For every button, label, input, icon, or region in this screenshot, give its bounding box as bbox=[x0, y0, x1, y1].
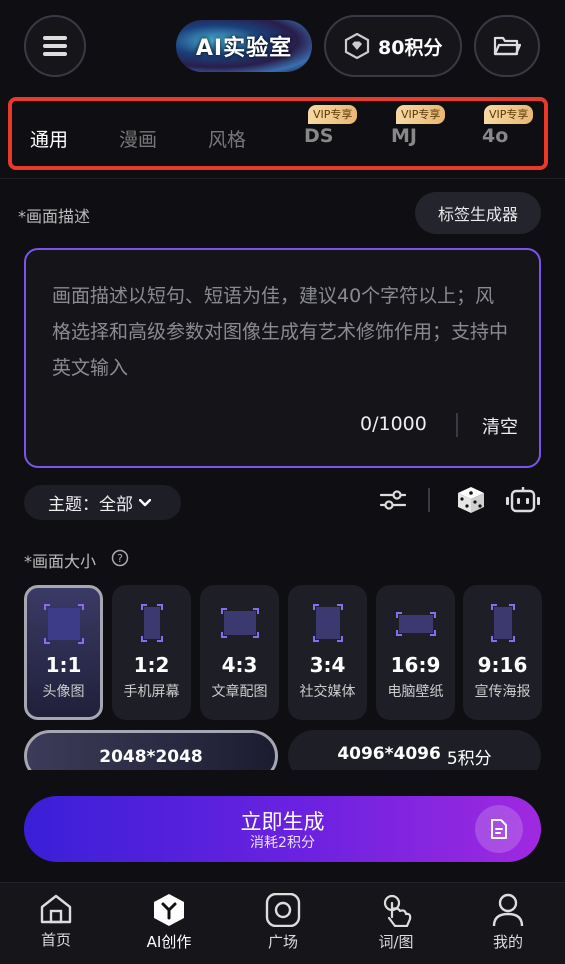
description-label: *画面描述 bbox=[18, 207, 91, 226]
nav-label: 我的 bbox=[492, 933, 523, 951]
nav-home[interactable]: 首页 bbox=[16, 893, 96, 950]
size-option-1-1[interactable]: 1:1 头像图 bbox=[24, 585, 103, 720]
random-dice-button[interactable] bbox=[456, 485, 486, 515]
dice-icon bbox=[458, 487, 484, 513]
vip-badge: VIP专享 bbox=[396, 105, 446, 124]
menu-button[interactable] bbox=[24, 15, 86, 77]
folder-icon bbox=[493, 36, 521, 56]
size-option-4-3[interactable]: 4:3 文章配图 bbox=[200, 585, 279, 720]
char-counter: 0/1000 bbox=[360, 413, 427, 435]
ratio-text: 4:3 bbox=[221, 653, 258, 677]
divider bbox=[0, 178, 565, 179]
ratio-preview bbox=[220, 608, 259, 638]
robot-icon bbox=[506, 487, 540, 513]
ratio-name: 电脑壁纸 bbox=[387, 684, 444, 700]
settings-sliders-button[interactable] bbox=[378, 485, 408, 515]
tab-general[interactable]: 通用 bbox=[30, 125, 68, 152]
user-icon bbox=[492, 893, 524, 927]
generate-cost: 消耗2积分 bbox=[250, 835, 315, 851]
divider bbox=[428, 488, 430, 512]
size-option-16-9[interactable]: 16:9 电脑壁纸 bbox=[376, 585, 455, 720]
nav-label: 首页 bbox=[40, 931, 71, 949]
clear-button[interactable]: 清空 bbox=[482, 413, 518, 439]
theme-dropdown[interactable]: 主题：全部 bbox=[24, 485, 181, 520]
ratio-name: 宣传海报 bbox=[474, 684, 531, 700]
top-header: AI实验室 80积分 bbox=[0, 0, 565, 95]
tab-style[interactable]: 风格 bbox=[208, 125, 246, 152]
size-option-1-2[interactable]: 1:2 手机屏幕 bbox=[112, 585, 191, 720]
ratio-text: 9:16 bbox=[477, 653, 528, 677]
sliders-icon bbox=[380, 490, 406, 510]
chevron-down-icon bbox=[139, 498, 151, 506]
size-label: *画面大小 bbox=[24, 552, 97, 571]
ratio-name: 社交媒体 bbox=[299, 684, 356, 700]
points-balance[interactable]: 80积分 bbox=[324, 15, 462, 77]
ratio-text: 16:9 bbox=[390, 653, 441, 677]
help-icon[interactable]: ? bbox=[111, 549, 129, 567]
ratio-name: 头像图 bbox=[42, 684, 85, 700]
generate-button[interactable]: 立即生成 消耗2积分 bbox=[24, 796, 541, 862]
size-option-9-16[interactable]: 9:16 宣传海报 bbox=[463, 585, 542, 720]
svg-text:?: ? bbox=[117, 552, 123, 565]
description-input[interactable]: 画面描述以短句、短语为佳，建议40个字符以上；风格选择和高级参数对图像生成有艺术… bbox=[24, 248, 541, 468]
ratio-text: 3:4 bbox=[309, 653, 346, 677]
description-placeholder: 画面描述以短句、短语为佳，建议40个字符以上；风格选择和高级参数对图像生成有艺术… bbox=[52, 285, 509, 379]
document-icon bbox=[491, 819, 507, 839]
ratio-name: 文章配图 bbox=[211, 684, 268, 700]
tap-hand-icon bbox=[383, 894, 412, 927]
nav-ai-create[interactable]: AI创作 bbox=[129, 893, 209, 952]
tag-generator-button[interactable]: 标签生成器 bbox=[415, 192, 541, 234]
ratio-text: 1:1 bbox=[45, 653, 82, 677]
nav-label: 词/图 bbox=[378, 933, 414, 951]
gem-icon bbox=[344, 33, 370, 59]
home-icon bbox=[40, 894, 72, 924]
ratio-text: 1:2 bbox=[133, 653, 170, 677]
nav-plaza[interactable]: 广场 bbox=[243, 893, 323, 952]
document-button[interactable] bbox=[475, 805, 523, 853]
size-option-3-4[interactable]: 3:4 社交媒体 bbox=[288, 585, 367, 720]
ai-assistant-button[interactable] bbox=[505, 485, 541, 515]
ai-create-icon bbox=[154, 894, 184, 926]
ratio-preview bbox=[43, 604, 84, 644]
nav-profile[interactable]: 我的 bbox=[468, 893, 548, 952]
ratio-preview bbox=[312, 604, 343, 642]
plaza-icon bbox=[265, 893, 301, 927]
scroll-fade bbox=[0, 770, 565, 792]
logo-text: AI实验室 bbox=[195, 36, 293, 61]
hamburger-menu-icon bbox=[43, 36, 67, 56]
divider bbox=[456, 413, 458, 437]
nav-label: AI创作 bbox=[146, 933, 192, 951]
nav-words-images[interactable]: 词/图 bbox=[356, 893, 436, 952]
theme-label: 主题：全部 bbox=[48, 495, 133, 515]
tab-comic[interactable]: 漫画 bbox=[119, 125, 157, 152]
vip-badge: VIP专享 bbox=[308, 105, 358, 124]
ratio-preview bbox=[490, 604, 515, 642]
vip-badge: VIP专享 bbox=[484, 105, 534, 124]
tab-mj[interactable]: MJ bbox=[391, 125, 417, 147]
ratio-preview bbox=[395, 612, 436, 636]
ratio-name: 手机屏幕 bbox=[123, 684, 180, 700]
tab-ds[interactable]: DS bbox=[304, 125, 333, 147]
bottom-nav: 首页 AI创作 广场 词/图 我的 bbox=[0, 882, 565, 964]
points-text: 80积分 bbox=[378, 36, 443, 59]
folder-button[interactable] bbox=[474, 15, 540, 77]
mode-tabs: 通用 漫画 风格 DS VIP专享 MJ VIP专享 4o VIP专享 bbox=[8, 97, 548, 170]
nav-label: 广场 bbox=[267, 933, 298, 951]
tab-4o[interactable]: 4o bbox=[482, 125, 508, 147]
ratio-preview bbox=[140, 604, 163, 642]
app-logo: AI实验室 bbox=[176, 20, 312, 72]
